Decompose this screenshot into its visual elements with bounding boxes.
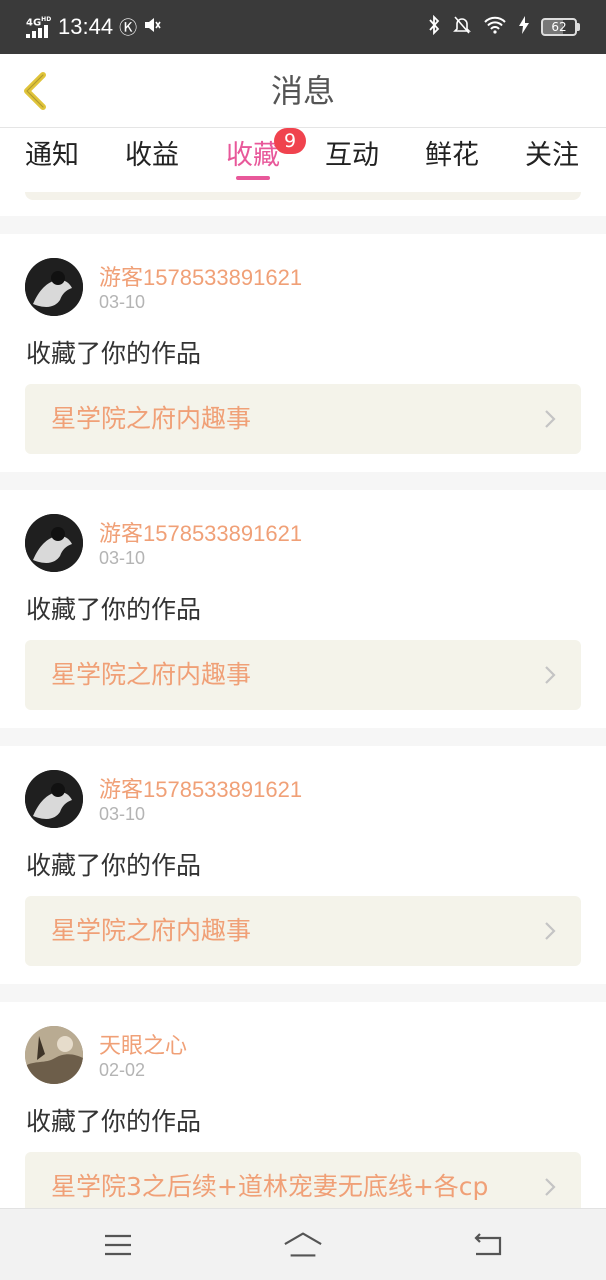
message-text: 收藏了你的作品 bbox=[26, 1107, 202, 1136]
tab-label: 互动 bbox=[325, 140, 379, 171]
message-date: 03-10 bbox=[99, 804, 146, 824]
tab-label: 收藏 bbox=[226, 140, 280, 171]
work-link[interactable]: 星学院3之后续+道林宠妻无底线+各cp bbox=[25, 1152, 581, 1208]
work-link[interactable]: 星学院之府内趣事 bbox=[25, 640, 581, 710]
back-nav-button[interactable] bbox=[468, 1227, 508, 1263]
tab-earnings[interactable]: 收益 bbox=[125, 136, 179, 184]
bluetooth-icon bbox=[427, 14, 441, 40]
username[interactable]: 天眼之心 bbox=[99, 1028, 187, 1060]
work-link[interactable]: 星学院之府内趣事 bbox=[25, 896, 581, 966]
tab-label: 关注 bbox=[525, 140, 579, 171]
chevron-right-icon bbox=[545, 922, 556, 940]
work-title: 星学院之府内趣事 bbox=[51, 660, 252, 689]
notification-off-icon bbox=[453, 15, 471, 40]
tab-label: 收益 bbox=[125, 140, 179, 171]
charging-icon bbox=[519, 15, 529, 39]
data-saver-icon: Ⓚ bbox=[119, 18, 138, 39]
return-icon bbox=[474, 1233, 502, 1256]
avatar[interactable] bbox=[25, 1026, 83, 1084]
avatar[interactable] bbox=[25, 514, 83, 572]
message-date: 03-10 bbox=[99, 548, 146, 568]
username[interactable]: 游客1578533891621 bbox=[99, 260, 302, 292]
message-card: 天眼之心 02-02 收藏了你的作品 星学院3之后续+道林宠妻无底线+各cp bbox=[0, 1002, 606, 1208]
unread-badge: 9 bbox=[274, 128, 306, 154]
status-bar: 4GHD 13:44 Ⓚ 62 bbox=[0, 0, 606, 54]
system-nav-bar bbox=[0, 1208, 606, 1280]
mute-icon bbox=[143, 16, 161, 39]
wifi-icon bbox=[483, 16, 507, 39]
signal-icon: 4GHD bbox=[26, 14, 52, 40]
menu-button[interactable] bbox=[98, 1227, 138, 1263]
message-card: 游客1578533891621 03-10 收藏了你的作品 星学院之府内趣事 bbox=[0, 746, 606, 984]
home-button[interactable] bbox=[283, 1227, 323, 1263]
status-time: 13:44 bbox=[58, 14, 114, 39]
app-header: 消息 bbox=[0, 54, 606, 128]
message-card: 游客1578533891621 03-10 收藏了你的作品 星学院之府内趣事 bbox=[0, 234, 606, 472]
message-list[interactable]: 游客1578533891621 03-10 收藏了你的作品 星学院之府内趣事 游… bbox=[0, 192, 606, 1208]
tab-notifications[interactable]: 通知 bbox=[25, 136, 79, 184]
chevron-right-icon bbox=[545, 1178, 556, 1196]
chevron-right-icon bbox=[545, 410, 556, 428]
message-card: 游客1578533891621 03-10 收藏了你的作品 星学院之府内趣事 bbox=[0, 490, 606, 728]
previous-card-remnant bbox=[0, 192, 606, 216]
tab-interactions[interactable]: 互动 bbox=[325, 136, 379, 184]
username[interactable]: 游客1578533891621 bbox=[99, 516, 302, 548]
tab-following[interactable]: 关注 bbox=[525, 136, 579, 184]
work-title: 星学院之府内趣事 bbox=[51, 916, 252, 945]
work-title: 星学院3之后续+道林宠妻无底线+各cp bbox=[51, 1172, 489, 1201]
home-icon bbox=[284, 1232, 322, 1257]
tab-flowers[interactable]: 鲜花 bbox=[425, 136, 479, 184]
message-text: 收藏了你的作品 bbox=[26, 595, 202, 624]
tab-label: 鲜花 bbox=[425, 140, 479, 171]
tab-bar: 通知 收益 收藏 9 互动 鲜花 关注 bbox=[0, 128, 606, 192]
active-tab-indicator bbox=[236, 176, 270, 180]
avatar[interactable] bbox=[25, 770, 83, 828]
message-text: 收藏了你的作品 bbox=[26, 339, 202, 368]
message-date: 03-10 bbox=[99, 292, 146, 312]
work-title: 星学院之府内趣事 bbox=[51, 404, 252, 433]
battery-level: 62 bbox=[551, 20, 567, 34]
chevron-right-icon bbox=[545, 666, 556, 684]
tab-label: 通知 bbox=[25, 140, 79, 171]
username[interactable]: 游客1578533891621 bbox=[99, 772, 302, 804]
message-text: 收藏了你的作品 bbox=[26, 851, 202, 880]
tab-favorites[interactable]: 收藏 9 bbox=[226, 128, 306, 184]
menu-icon bbox=[105, 1234, 131, 1256]
battery-icon: 62 bbox=[541, 18, 580, 36]
network-hd: HD bbox=[41, 16, 52, 23]
work-link[interactable]: 星学院之府内趣事 bbox=[25, 384, 581, 454]
message-date: 02-02 bbox=[99, 1060, 146, 1080]
avatar[interactable] bbox=[25, 258, 83, 316]
page-title: 消息 bbox=[270, 72, 335, 110]
